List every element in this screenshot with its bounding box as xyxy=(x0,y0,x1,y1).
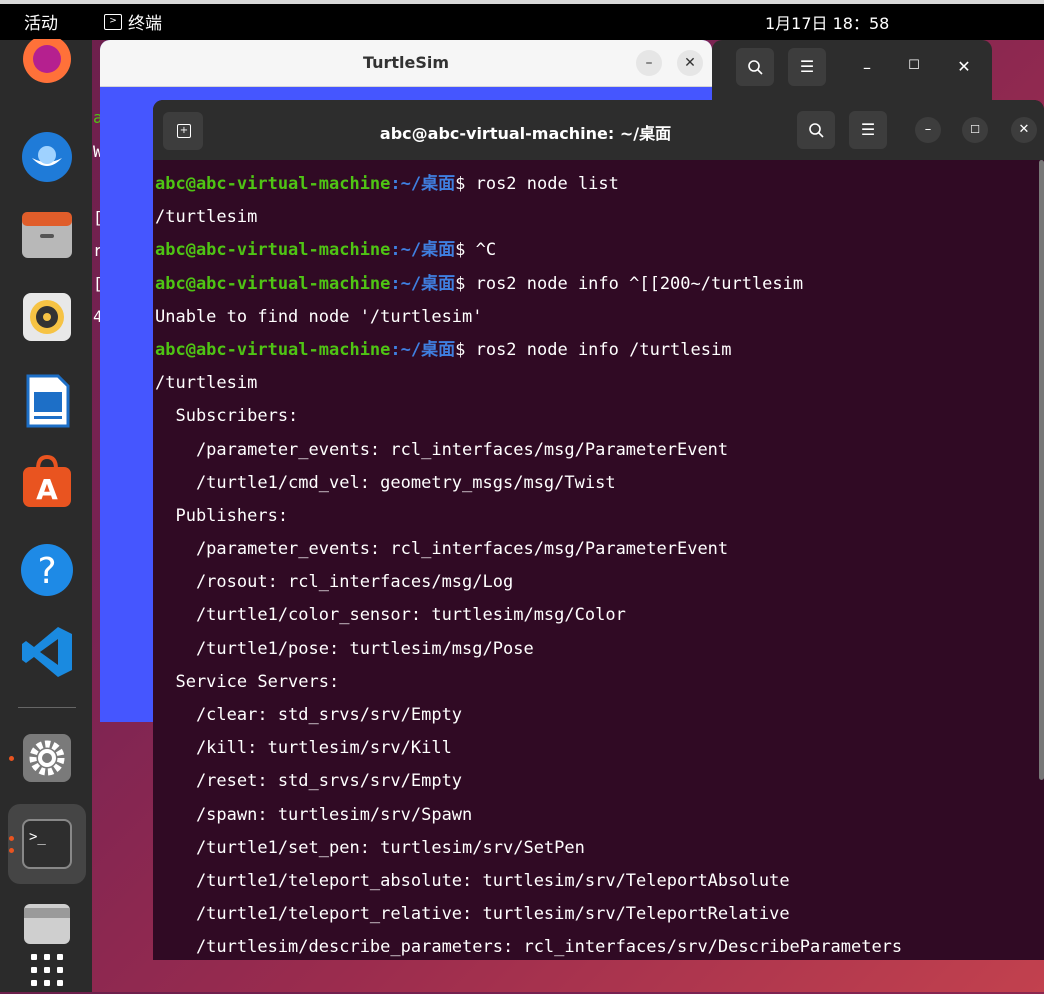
background-terminal-header[interactable]: ☰ – ☐ ✕ xyxy=(712,40,992,100)
maximize-button[interactable]: ☐ xyxy=(962,117,988,143)
rhythmbox-icon[interactable] xyxy=(20,290,74,344)
close-button[interactable]: ✕ xyxy=(949,57,979,76)
output-line: /kill: turtlesim/srv/Kill xyxy=(155,738,452,759)
apps-grid-icon[interactable] xyxy=(20,940,74,994)
prompt-path: :~/桌面 xyxy=(390,174,456,194)
minimize-button[interactable]: – xyxy=(915,117,941,143)
prompt-line: abc@abc-virtual-machine:~/桌面$ ^C xyxy=(155,234,1035,267)
terminal-output[interactable]: abc@abc-virtual-machine:~/桌面$ ros2 node … xyxy=(155,168,1035,960)
close-button[interactable]: ✕ xyxy=(677,50,703,76)
turtlesim-titlebar[interactable]: TurtleSim – ✕ xyxy=(100,40,712,87)
software-icon[interactable]: A xyxy=(20,455,74,509)
terminal-icon[interactable]: >_ xyxy=(20,817,74,871)
output-line: /turtle1/color_sensor: turtlesim/msg/Col… xyxy=(155,605,626,626)
close-button[interactable]: ✕ xyxy=(1011,117,1037,143)
output-line: /rosout: rcl_interfaces/msg/Log xyxy=(155,572,514,593)
output-line: /reset: std_srvs/srv/Empty xyxy=(155,771,463,792)
command-text: $ ^C xyxy=(455,240,497,261)
activities-button[interactable]: 活动 xyxy=(24,9,58,34)
output-line: /turtlesim xyxy=(155,373,258,394)
output-line: /turtle1/teleport_absolute: turtlesim/sr… xyxy=(155,870,790,891)
command-text: $ ros2 node info /turtlesim xyxy=(455,339,732,360)
prompt-user-host: abc@abc-virtual-machine xyxy=(155,174,391,194)
prompt-user-host: abc@abc-virtual-machine xyxy=(155,339,391,360)
prompt-line: abc@abc-virtual-machine:~/桌面$ ros2 node … xyxy=(155,334,1035,367)
firefox-icon[interactable] xyxy=(20,39,74,92)
prompt-path: :~/桌面 xyxy=(390,240,456,261)
top-strip xyxy=(0,0,1044,4)
dock: A ? >_ xyxy=(0,39,92,994)
minimize-button[interactable]: – xyxy=(852,58,882,77)
terminal-icon: > xyxy=(104,13,122,30)
terminal-window[interactable]: + abc@abc-virtual-machine: ~/桌面 ☰ – ☐ ✕ … xyxy=(153,100,1044,960)
prompt-user-host: abc@abc-virtual-machine xyxy=(155,273,391,294)
output-line: /spawn: turtlesim/srv/Spawn xyxy=(155,804,473,825)
menu-icon[interactable]: ☰ xyxy=(788,48,826,86)
output-line: /turtlesim xyxy=(155,207,258,228)
settings-icon[interactable] xyxy=(20,731,74,785)
output-line: /turtle1/teleport_relative: turtlesim/sr… xyxy=(155,904,790,925)
vscode-icon[interactable] xyxy=(20,625,74,679)
command-text: $ ros2 node info ^[[200~/turtlesim xyxy=(455,273,804,294)
output-line: Unable to find node '/turtlesim' xyxy=(155,306,483,327)
minimize-button[interactable]: – xyxy=(636,50,662,76)
prompt-user-host: abc@abc-virtual-machine xyxy=(155,240,391,261)
svg-text:>_: >_ xyxy=(29,829,46,845)
running-indicator xyxy=(9,756,14,761)
output-line: /clear: std_srvs/srv/Empty xyxy=(155,705,463,725)
scrollbar[interactable] xyxy=(1039,160,1044,780)
search-icon[interactable] xyxy=(797,111,835,149)
menu-icon[interactable]: ☰ xyxy=(849,111,887,149)
prompt-path: :~/桌面 xyxy=(390,273,456,294)
output-line: Subscribers: xyxy=(155,406,299,427)
terminal-titlebar[interactable]: + abc@abc-virtual-machine: ~/桌面 ☰ – ☐ ✕ xyxy=(153,100,1044,160)
prompt-line: abc@abc-virtual-machine:~/桌面$ ros2 node … xyxy=(155,168,1035,201)
thunderbird-icon[interactable] xyxy=(20,130,74,184)
svg-text:?: ? xyxy=(37,551,56,592)
output-line: Service Servers: xyxy=(155,671,340,692)
running-indicator xyxy=(9,848,14,853)
output-line: /turtle1/cmd_vel: geometry_msgs/msg/Twis… xyxy=(155,472,616,493)
output-line: /parameter_events: rcl_interfaces/msg/Pa… xyxy=(155,539,729,560)
running-indicator xyxy=(9,836,14,841)
prompt-line: abc@abc-virtual-machine:~/桌面$ ros2 node … xyxy=(155,268,1035,301)
files-icon[interactable] xyxy=(20,208,74,262)
output-line: /turtlesim/describe_parameters: rcl_inte… xyxy=(155,937,903,958)
prompt-path: :~/桌面 xyxy=(390,339,456,360)
command-text: $ ros2 node list xyxy=(455,174,619,194)
terminal-title: abc@abc-virtual-machine: ~/桌面 xyxy=(379,124,672,143)
maximize-button[interactable]: ☐ xyxy=(899,58,929,73)
dock-separator xyxy=(18,707,76,708)
app-menu-label: 终端 xyxy=(128,14,162,34)
app-menu[interactable]: > 终端 xyxy=(104,9,162,34)
top-bar: 活动 > 终端 1月17日 18：58 xyxy=(0,0,1044,40)
writer-icon[interactable] xyxy=(20,374,74,428)
output-line: Publishers: xyxy=(155,505,289,526)
help-icon[interactable]: ? xyxy=(20,543,74,597)
clock[interactable]: 1月17日 18：58 xyxy=(765,10,889,34)
search-icon[interactable] xyxy=(736,48,774,86)
svg-text:A: A xyxy=(36,473,58,506)
output-line: /parameter_events: rcl_interfaces/msg/Pa… xyxy=(155,439,729,460)
output-line: /turtle1/set_pen: turtlesim/srv/SetPen xyxy=(155,837,585,858)
turtlesim-title: TurtleSim xyxy=(362,53,450,72)
output-line: /turtle1/pose: turtlesim/msg/Pose xyxy=(155,638,534,659)
